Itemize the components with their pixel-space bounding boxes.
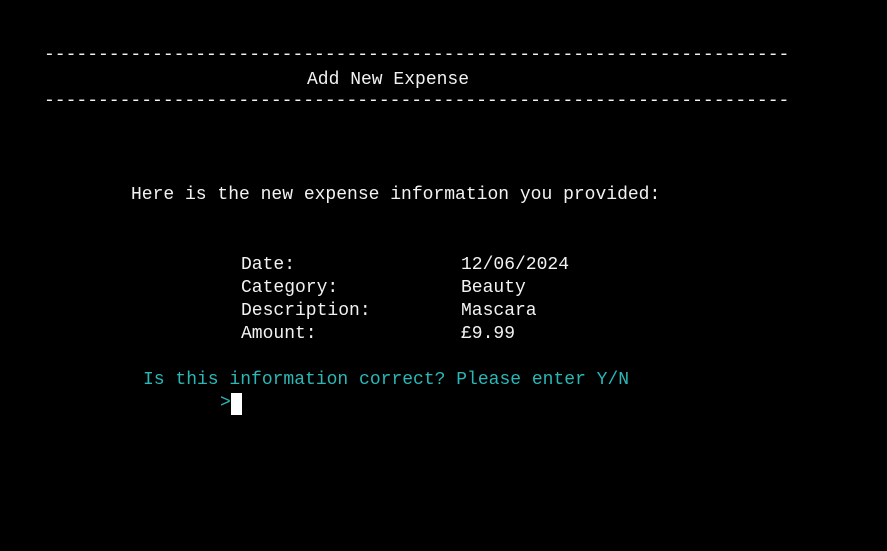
field-value-amount: £9.99 [461, 324, 516, 344]
header-rule-bottom: ----------------------------------------… [44, 91, 792, 111]
confirm-input-line[interactable]: > [220, 392, 242, 415]
summary-intro-text: Here is the new expense information you … [131, 185, 661, 205]
field-value-description: Mascara [461, 301, 537, 321]
header-rule-top: ----------------------------------------… [44, 45, 792, 65]
field-value-date: 12/06/2024 [461, 255, 570, 275]
input-prompt-marker: > [220, 393, 231, 413]
page-title: Add New Expense [307, 70, 470, 90]
field-value-category: Beauty [461, 278, 526, 298]
field-label-description: Description: [241, 301, 371, 321]
text-cursor [230, 392, 242, 415]
field-label-date: Date: [241, 255, 296, 275]
confirm-prompt: Is this information correct? Please ente… [143, 370, 630, 390]
field-label-category: Category: [241, 278, 339, 298]
field-label-amount: Amount: [241, 324, 317, 344]
